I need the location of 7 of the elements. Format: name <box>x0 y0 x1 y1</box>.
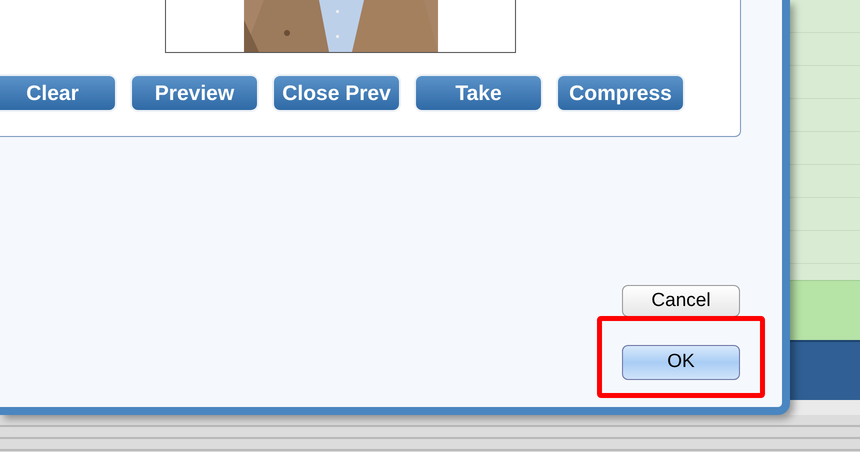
default-button[interactable]: OK <box>622 345 740 380</box>
tool-button[interactable]: Preview <box>132 76 257 110</box>
tool-button[interactable]: Close Prev <box>274 76 399 110</box>
tool-button[interactable]: Clear <box>0 76 115 110</box>
tool-button[interactable]: Take <box>416 76 541 110</box>
tool-button[interactable]: Compress <box>558 76 683 110</box>
dialog-button[interactable]: Cancel <box>622 285 740 317</box>
